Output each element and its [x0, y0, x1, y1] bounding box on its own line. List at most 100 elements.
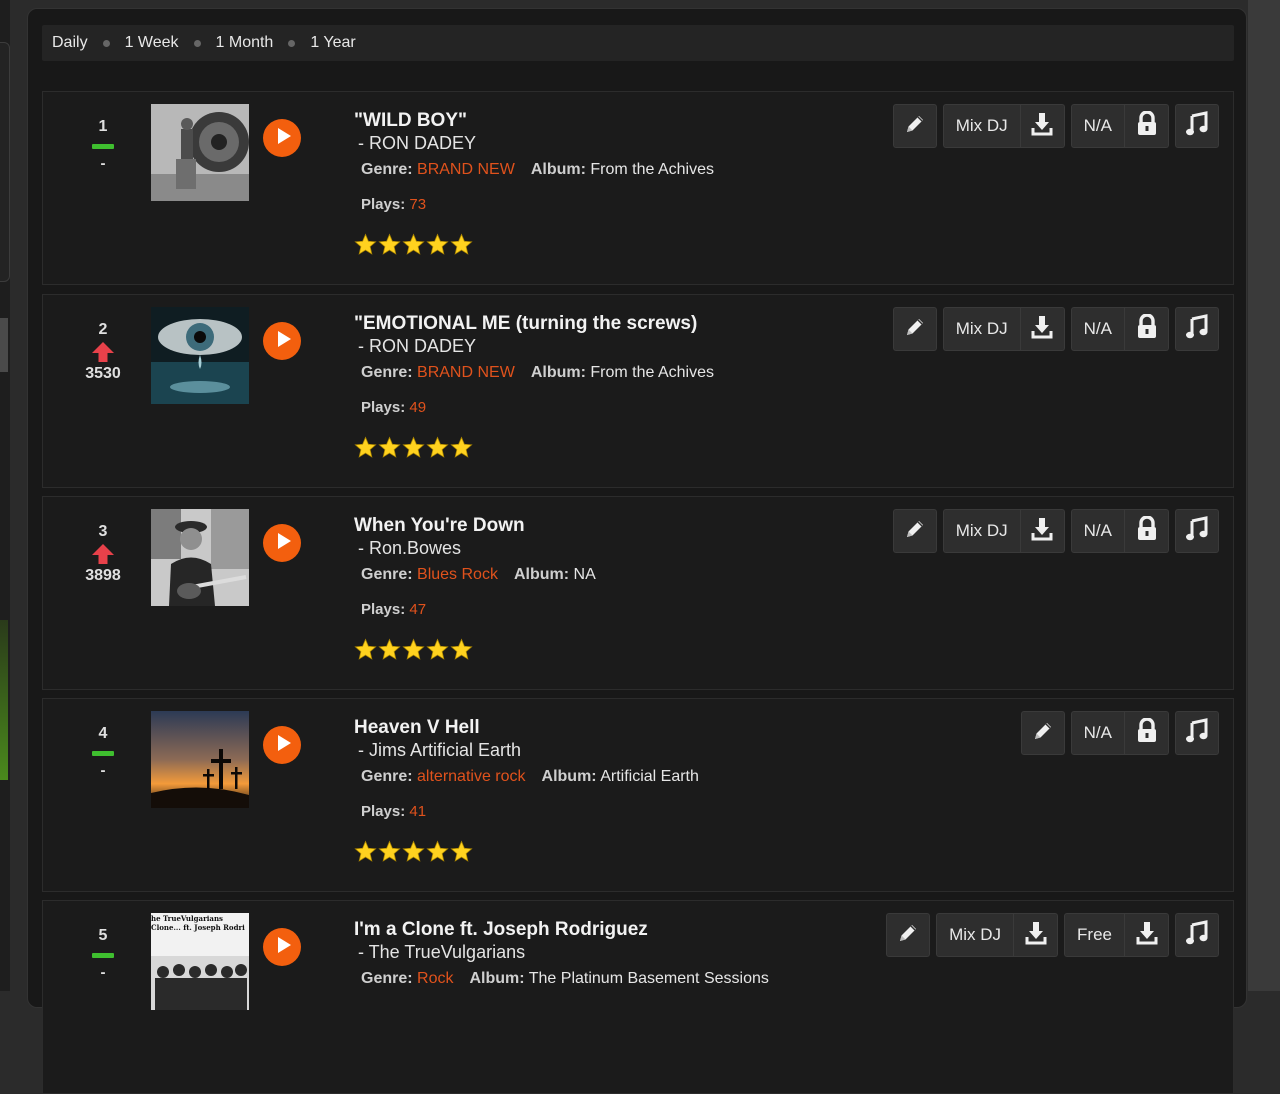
genre-value[interactable]: BRAND NEW — [417, 161, 515, 178]
album-label: Album: — [530, 161, 586, 178]
plays-count: Plays: 41 — [354, 803, 874, 820]
edit-button[interactable] — [1020, 711, 1065, 755]
star-icon — [354, 233, 377, 261]
track-title[interactable]: "EMOTIONAL ME (turning the screws) — [354, 313, 874, 335]
album-value[interactable]: From the Achives — [590, 364, 714, 381]
mix-dj-button[interactable]: Mix DJ — [942, 104, 1021, 148]
album-cover-image[interactable]: he TrueVulgarians Clone... ft. Joseph Rod… — [151, 913, 249, 1010]
plays-label: Plays: — [361, 399, 406, 416]
track-title[interactable]: Heaven V Hell — [354, 717, 874, 739]
music-note-button[interactable] — [1175, 307, 1219, 351]
track-artist[interactable]: - Ron.Bowes — [354, 537, 874, 559]
price-button[interactable]: N/A — [1070, 711, 1125, 755]
music-note-button[interactable] — [1175, 711, 1219, 755]
play-button[interactable] — [263, 119, 301, 157]
locked-download-button[interactable] — [1125, 104, 1169, 148]
genre-label: Genre: — [361, 566, 413, 583]
music-note-button[interactable] — [1175, 509, 1219, 553]
music-note-button[interactable] — [1175, 913, 1219, 957]
play-button[interactable] — [263, 928, 301, 966]
purchase-group: N/A — [1070, 104, 1169, 148]
mix-dj-button[interactable]: Mix DJ — [942, 307, 1021, 351]
track-artist[interactable]: - RON DADEY — [354, 132, 874, 154]
music-note-button[interactable] — [1175, 104, 1219, 148]
edit-button[interactable] — [892, 509, 937, 553]
album-cover-image[interactable] — [151, 509, 249, 606]
track-row: 5- he TrueVulgarians Clone... ft. Joseph R… — [42, 900, 1234, 1094]
play-icon — [276, 330, 292, 353]
rank-change: - — [100, 155, 106, 172]
pencil-icon — [903, 315, 927, 344]
edit-button[interactable] — [892, 104, 937, 148]
genre-value[interactable]: BRAND NEW — [417, 364, 515, 381]
album-cover-graphic — [151, 932, 249, 1010]
genre-value[interactable]: Rock — [417, 970, 453, 987]
genre-value[interactable]: alternative rock — [417, 768, 526, 785]
album-value[interactable]: The Platinum Basement Sessions — [529, 970, 769, 987]
rank-change: 3530 — [85, 365, 121, 382]
track-artist[interactable]: - The TrueVulgarians — [354, 941, 874, 963]
locked-download-button[interactable] — [1125, 307, 1169, 351]
album-value[interactable]: NA — [574, 566, 596, 583]
filter-daily[interactable]: Daily — [52, 34, 88, 52]
star-rating[interactable] — [354, 436, 874, 464]
locked-download-button[interactable] — [1125, 711, 1169, 755]
album-label: Album: — [513, 566, 570, 583]
free-download-button[interactable] — [1125, 913, 1169, 957]
track-title[interactable]: When You're Down — [354, 515, 874, 537]
mix-download-button[interactable] — [1014, 913, 1059, 957]
plays-count: Plays: 47 — [354, 601, 874, 618]
mix-dj-button[interactable]: Mix DJ — [942, 509, 1021, 553]
filter-1-month[interactable]: 1 Month — [216, 34, 274, 52]
edit-button[interactable] — [886, 913, 931, 957]
mix-download-button[interactable] — [1020, 307, 1065, 351]
star-icon — [402, 436, 425, 464]
play-button[interactable] — [263, 524, 301, 562]
genre-value[interactable]: Blues Rock — [417, 566, 498, 583]
album-cover-image[interactable] — [151, 711, 249, 808]
album-cover-image[interactable] — [151, 104, 249, 201]
play-button[interactable] — [263, 322, 301, 360]
filter-1-week[interactable]: 1 Week — [125, 34, 179, 52]
plays-label: Plays: — [361, 601, 406, 618]
track-info: I'm a Clone ft. Joseph Rodriguez - The Tr… — [354, 919, 874, 989]
star-rating[interactable] — [354, 233, 874, 261]
price-button[interactable]: N/A — [1070, 104, 1125, 148]
play-icon — [276, 936, 292, 959]
download-icon — [1030, 314, 1054, 345]
price-button[interactable]: Free — [1064, 913, 1125, 957]
track-artist[interactable]: - Jims Artificial Earth — [354, 739, 874, 761]
music-note-icon — [1185, 919, 1209, 951]
track-info: "WILD BOY" - RON DADEY Genre: BRAND NEW Alb… — [354, 110, 874, 261]
rank-indicator: 2 3530 — [73, 321, 133, 383]
page-scroll-edge — [1248, 0, 1280, 991]
pencil-icon — [903, 112, 927, 141]
locked-download-button[interactable] — [1125, 509, 1169, 553]
play-icon — [276, 734, 292, 757]
star-rating[interactable] — [354, 638, 874, 666]
mix-dj-group: Mix DJ — [942, 307, 1065, 351]
download-icon — [1135, 920, 1159, 951]
price-button[interactable]: N/A — [1070, 509, 1125, 553]
track-title[interactable]: "WILD BOY" — [354, 110, 874, 132]
filter-1-year[interactable]: 1 Year — [310, 34, 355, 52]
play-button[interactable] — [263, 726, 301, 764]
mix-download-button[interactable] — [1020, 509, 1065, 553]
time-filter-bar: Daily 1 Week 1 Month 1 Year — [42, 25, 1234, 61]
album-value[interactable]: From the Achives — [590, 161, 714, 178]
mix-dj-button[interactable]: Mix DJ — [936, 913, 1015, 957]
price-button[interactable]: N/A — [1070, 307, 1125, 351]
rank-indicator: 3 3898 — [73, 523, 133, 585]
plays-value: 47 — [409, 601, 427, 618]
track-artist[interactable]: - RON DADEY — [354, 335, 874, 357]
album-value[interactable]: Artificial Earth — [600, 768, 699, 785]
album-cover-image[interactable] — [151, 307, 249, 404]
track-title[interactable]: I'm a Clone ft. Joseph Rodriguez — [354, 919, 874, 941]
star-icon — [402, 638, 425, 666]
star-rating[interactable] — [354, 840, 874, 868]
left-sidebar-edge — [0, 0, 10, 991]
edit-button[interactable] — [892, 307, 937, 351]
album-label: Album: — [469, 970, 525, 987]
track-meta: Genre: Rock Album: The Platinum Basement … — [354, 969, 874, 989]
mix-download-button[interactable] — [1020, 104, 1065, 148]
